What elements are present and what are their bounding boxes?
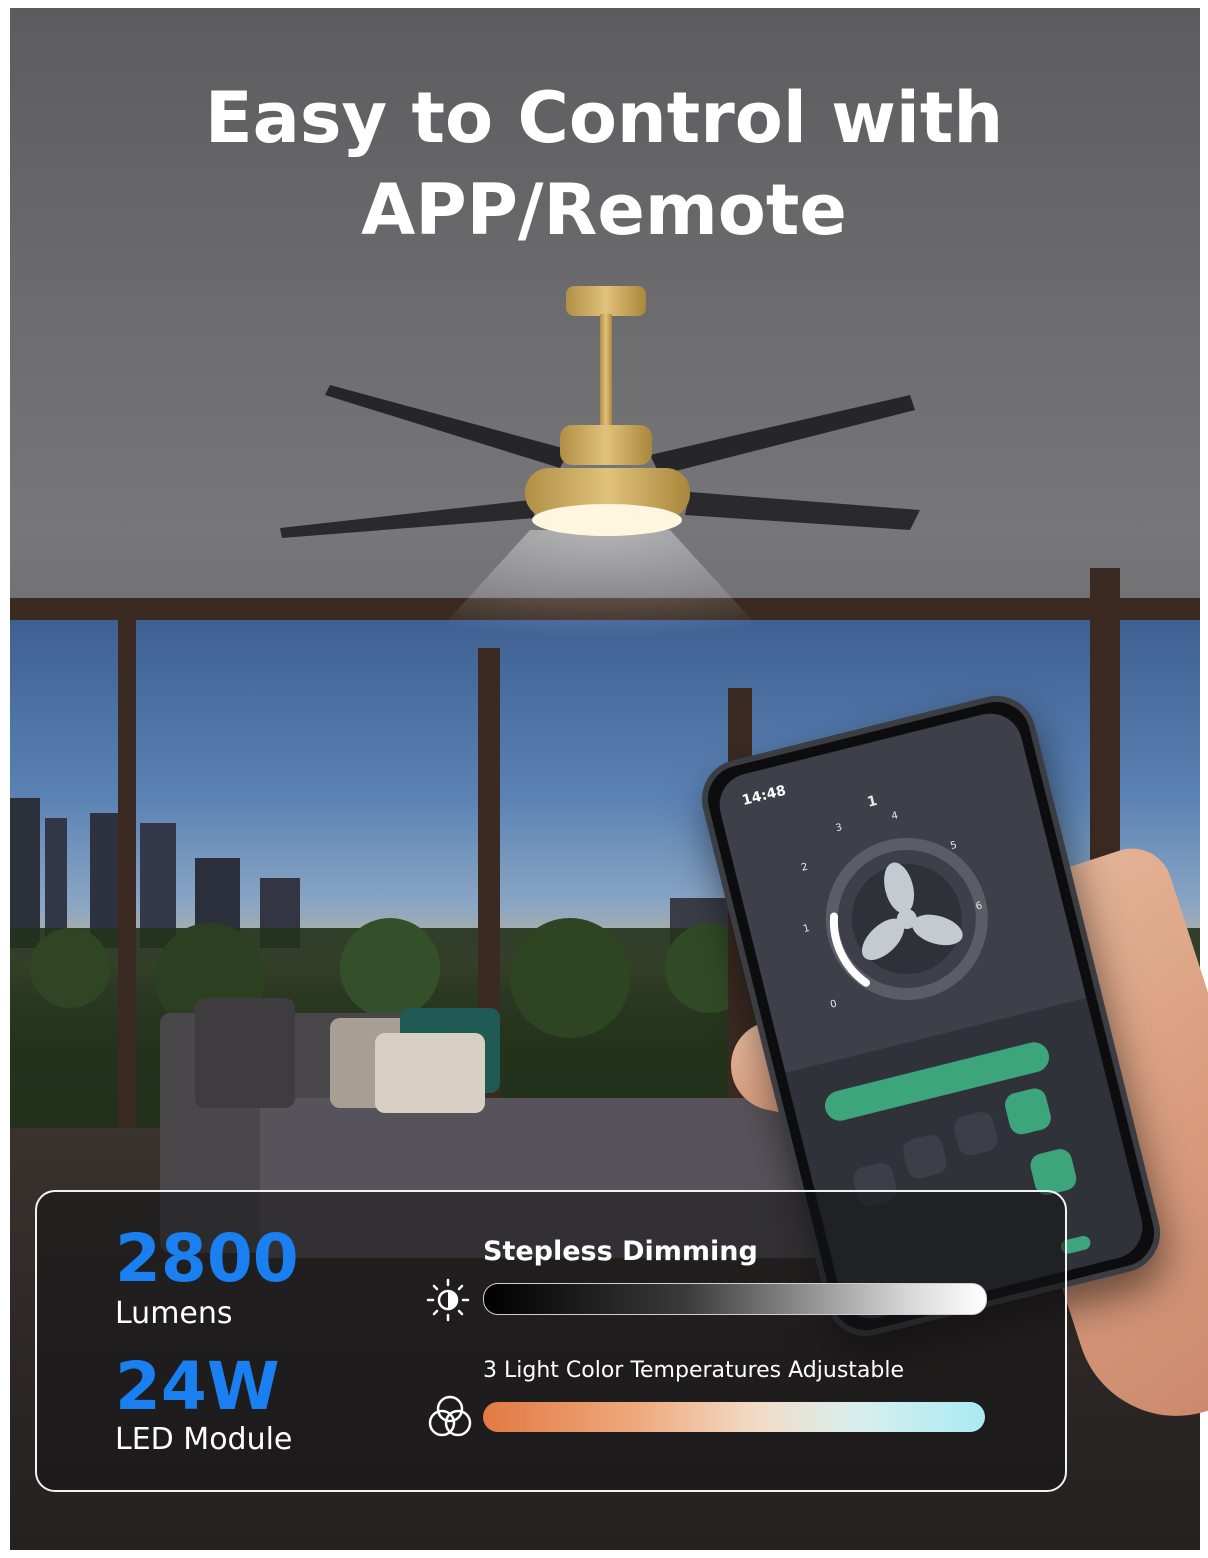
- power-value: 24W: [115, 1348, 280, 1425]
- window-mullion: [118, 618, 136, 1138]
- spec-panel: 2800 Lumens 24W LED Module Stepless Dimm…: [35, 1190, 1067, 1492]
- ceiling-fan-illustration: [280, 286, 920, 640]
- brightness-icon: [426, 1278, 470, 1322]
- status-time: 14:48: [740, 782, 788, 809]
- power-label: LED Module: [115, 1422, 293, 1457]
- light-mode-button[interactable]: [900, 1132, 950, 1181]
- light-mode-button[interactable]: [951, 1109, 1001, 1158]
- headline: Easy to Control with APP/Remote: [0, 72, 1208, 256]
- headline-line-2: APP/Remote: [361, 169, 847, 251]
- pillow: [195, 998, 295, 1108]
- pillow: [375, 1033, 485, 1113]
- lumens-label: Lumens: [115, 1296, 233, 1331]
- color-temperature-gradient-bar: [483, 1402, 985, 1432]
- dimming-gradient-bar: [483, 1283, 987, 1315]
- light-on-button[interactable]: [1002, 1085, 1054, 1137]
- lumens-value: 2800: [115, 1220, 299, 1297]
- headline-line-1: Easy to Control with: [204, 77, 1004, 159]
- color-circles-icon: [428, 1395, 472, 1437]
- dimming-title: Stepless Dimming: [483, 1236, 758, 1267]
- color-temperature-title: 3 Light Color Temperatures Adjustable: [483, 1358, 904, 1383]
